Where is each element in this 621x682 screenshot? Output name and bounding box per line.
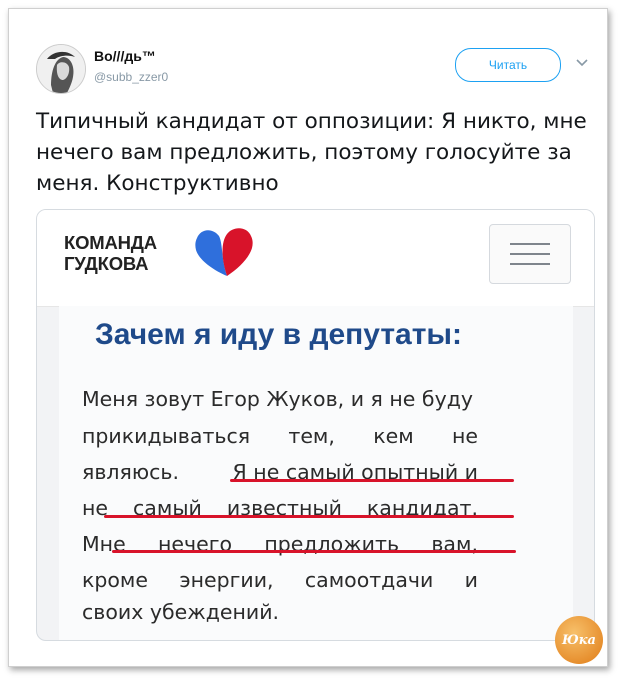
body-word: прикидываться [82,424,251,448]
body-word: кандидат. [366,496,478,520]
display-name[interactable]: Во///дь™ [94,48,156,64]
body-text: Меня зовут Егор Жуков, и я не буду [82,387,474,411]
watermark-badge: Юка [555,616,603,664]
body-word: Мне [82,532,126,556]
body-word: не [82,496,109,520]
body-word: самый [133,496,202,520]
body-line-5: Мне нечего предложить вам, [82,529,478,559]
body-word: не [451,424,478,448]
menu-line-icon [510,263,550,265]
menu-line-icon [510,243,550,245]
body-word: кем [373,424,414,448]
follow-button[interactable]: Читать [455,48,561,82]
body-word: известный [226,496,342,520]
red-underline [112,550,516,553]
body-line-7: своих убеждений. [82,597,478,627]
body-text: своих убеждений. [82,600,280,624]
avatar-portrait-icon [37,45,85,93]
body-line-2: прикидываться тем, кем не [82,421,478,451]
body-word: Я не самый опытный и [232,460,478,484]
body-line-6: кроме энергии, самоотдачи и [82,565,478,595]
tweet-text: Типичный кандидат от оппозиции: Я никто,… [36,109,587,196]
site-header: КОМАНДА ГУДКОВА [37,210,594,307]
red-underline [230,479,514,482]
body-word: самоотдачи [304,568,434,592]
body-word: нечего [158,532,233,556]
body-word: энергии, [179,568,274,592]
body-line-1: Меня зовут Егор Жуков, и я не буду [82,384,478,414]
logo-line-1: КОМАНДА [64,232,157,253]
chevron-down-icon[interactable] [575,58,589,68]
heart-logo-icon [195,228,253,276]
red-underline [104,515,514,518]
logo-line-2: ГУДКОВА [64,253,149,274]
body-word: предложить [264,532,400,556]
menu-line-icon [510,253,550,255]
user-handle[interactable]: @subb_zzer0 [94,70,168,84]
hamburger-menu-button[interactable] [489,224,571,284]
body-word: являюсь. [82,460,179,484]
body-word: и [464,568,478,592]
section-heading: Зачем я иду в депутаты: [95,318,555,352]
section-heading-text: Зачем я иду в депутаты: [95,318,463,351]
body-word: тем, [288,424,335,448]
body-line-3: являюсь. Я не самый опытный и [82,457,478,487]
avatar[interactable] [36,44,86,94]
body-line-4: не самый известный кандидат. [82,493,478,523]
body-word: кроме [82,568,149,592]
site-logo-text[interactable]: КОМАНДА ГУДКОВА [64,232,157,274]
body-word: вам, [431,532,478,556]
